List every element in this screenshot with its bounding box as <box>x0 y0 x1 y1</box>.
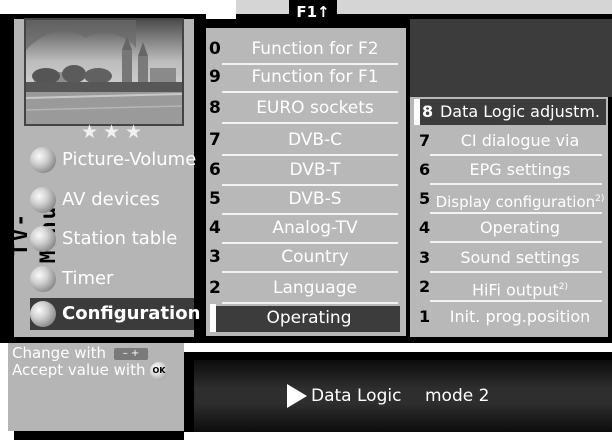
right-list-item-3[interactable]: 3 Sound settings <box>410 243 608 273</box>
item-label: Country <box>281 247 349 267</box>
right-top-area <box>410 19 612 97</box>
sidebar-item-label: Timer <box>62 268 114 289</box>
item-number: 8 <box>209 98 221 118</box>
middle-list-item-9[interactable]: 9 Function for F1 <box>206 61 406 93</box>
item-number: 7 <box>209 130 221 150</box>
item-label: Operating <box>266 308 352 328</box>
item-number: 2 <box>419 277 431 296</box>
middle-list-item-5[interactable]: 5 DVB-S <box>206 183 406 215</box>
footnote: 2) <box>595 194 605 204</box>
top-left-background <box>0 0 236 14</box>
sidebar-item-av-devices[interactable]: AV devices <box>30 183 200 217</box>
item-number: 5 <box>209 189 221 209</box>
hint-panel-underline <box>14 431 184 440</box>
sidebar-item-picture-volume[interactable]: Picture-Volume <box>30 143 200 177</box>
sidebar-item-timer[interactable]: Timer <box>30 262 200 296</box>
item-number: 4 <box>419 218 431 237</box>
item-label: Data Logic adjustm. <box>439 102 601 121</box>
item-number: 9 <box>209 67 221 87</box>
item-number: 6 <box>209 160 221 180</box>
right-list-item-1[interactable]: 1 Init. prog.position <box>410 302 608 332</box>
picture-thumbnail <box>24 18 184 126</box>
right-list-item-2[interactable]: 2 HiFi output2) <box>410 272 608 302</box>
item-label: CI dialogue via <box>460 131 580 150</box>
middle-list-item-4[interactable]: 4 Analog-TV <box>206 212 406 244</box>
item-label: Init. prog.position <box>449 307 591 326</box>
right-list-item-4[interactable]: 4 Operating <box>410 213 608 243</box>
middle-list-item-7[interactable]: 7 DVB-C <box>206 124 406 156</box>
middle-list-item-1-selected[interactable]: Operating <box>206 302 406 334</box>
play-triangle-icon <box>287 384 307 408</box>
ok-button-icon: OK <box>150 362 168 380</box>
item-label: DVB-C <box>287 130 343 150</box>
sidebar-item-station-table[interactable]: Station table <box>30 222 200 256</box>
item-number: 4 <box>209 218 221 238</box>
status-setting-label: Data Logic <box>311 386 402 406</box>
sidebar-item-label: Picture-Volume <box>62 149 197 170</box>
sidebar-item-label: Configuration <box>62 303 201 324</box>
sidebar-item-label: Station table <box>62 228 178 249</box>
menu-ball-icon <box>30 226 56 252</box>
right-list-item-7[interactable]: 7 CI dialogue via <box>410 126 608 156</box>
item-label: Sound settings <box>460 248 580 267</box>
item-number: 3 <box>419 248 431 267</box>
middle-list-item-3[interactable]: 3 Country <box>206 241 406 273</box>
right-list-item-5[interactable]: 5 Display configuration2) <box>410 184 608 214</box>
item-number: 5 <box>419 189 431 208</box>
item-label: Operating <box>480 218 560 237</box>
sidebar-item-configuration[interactable]: Configuration <box>30 298 200 330</box>
accept-hint: Accept value with <box>12 361 146 379</box>
item-number: 2 <box>209 278 221 298</box>
middle-list-item-2[interactable]: 2 Language <box>206 272 406 304</box>
status-setting-value[interactable]: mode 2 <box>425 384 489 408</box>
item-label: EPG settings <box>469 160 571 179</box>
footnote: 2) <box>558 282 569 292</box>
town-picture-icon <box>26 20 182 124</box>
sidebar-item-label: AV devices <box>62 189 160 210</box>
item-label: Function for F1 <box>251 67 379 87</box>
item-number: 3 <box>209 247 221 267</box>
item-label: Analog-TV <box>272 218 358 238</box>
status-bar-gradient <box>194 360 612 432</box>
menu-ball-icon <box>30 147 56 173</box>
item-label-text: HiFi output <box>471 280 559 300</box>
item-number: 7 <box>419 131 431 150</box>
middle-list-item-6[interactable]: 6 DVB-T <box>206 154 406 186</box>
item-label: DVB-T <box>289 160 341 180</box>
right-list-item-8-selected[interactable]: 8 Data Logic adjustm. <box>410 97 608 127</box>
middle-list-item-8[interactable]: 8 EURO sockets <box>206 92 406 124</box>
item-number: 1 <box>419 307 431 326</box>
item-label: DVB-S <box>288 189 342 209</box>
item-number: 6 <box>419 160 431 179</box>
menu-ball-icon <box>30 266 56 292</box>
menu-ball-icon <box>30 301 56 327</box>
minus-plus-keys-icon: – + <box>114 348 148 360</box>
change-hint: Change with <box>12 344 107 362</box>
item-label: EURO sockets <box>256 98 374 118</box>
item-label: Language <box>273 278 357 298</box>
menu-ball-icon <box>30 187 56 213</box>
right-list-item-6[interactable]: 6 EPG settings <box>410 155 608 185</box>
rating-stars: ★★★ <box>80 121 148 143</box>
item-label-text: Display configuration <box>435 193 596 211</box>
